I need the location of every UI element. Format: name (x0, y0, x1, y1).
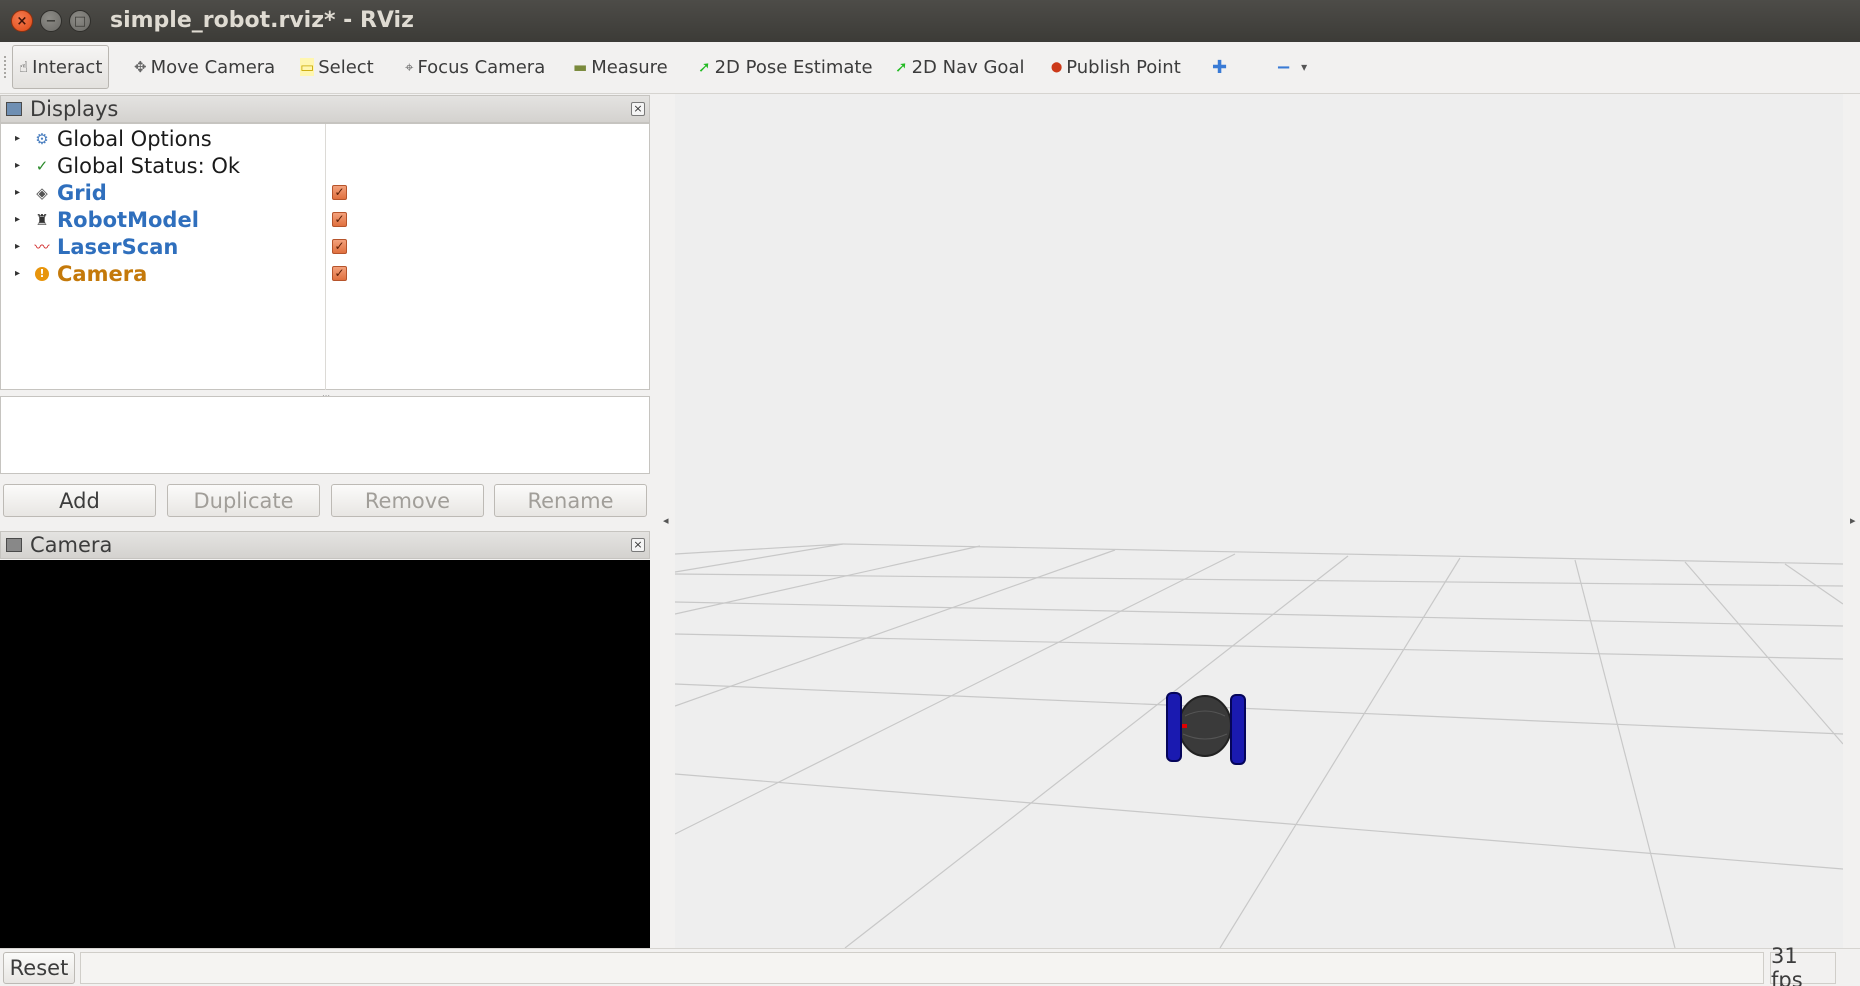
measure-icon: ▬ (573, 58, 588, 76)
tools-toolbar: ☝ Interact ✥ Move Camera ▭ Select ⌖ Focu… (0, 42, 1860, 94)
window-close-button[interactable]: × (11, 10, 33, 32)
window-minimize-button[interactable]: − (40, 10, 62, 32)
focus-camera-icon: ⌖ (405, 58, 414, 76)
fps-readout: 31 fps (1770, 944, 1836, 986)
display-enabled-checkbox[interactable]: ✓ (332, 239, 347, 254)
displays-panel-close-button[interactable]: × (631, 102, 645, 116)
gear-icon: ⚙ (35, 129, 49, 148)
tool-2d-pose-estimate[interactable]: ➚ 2D Pose Estimate (698, 50, 873, 84)
expand-arrow-icon[interactable]: ▸ (15, 214, 20, 225)
tool-label: Measure (591, 56, 668, 78)
duplicate-display-button[interactable]: Duplicate (167, 484, 320, 517)
collapse-right-arrow-icon[interactable]: ▸ (1850, 514, 1856, 527)
warning-icon: ! (35, 266, 49, 281)
add-display-button[interactable]: Add (3, 484, 156, 517)
display-item-global-status[interactable]: ▸ ✓ Global Status: Ok (1, 152, 651, 179)
grid-icon: ◈ (36, 183, 48, 202)
grid-lines (675, 543, 1843, 948)
tool-interact[interactable]: ☝ Interact (12, 45, 110, 89)
camera-panel-icon (6, 538, 22, 552)
hand-icon: ☝ (19, 58, 29, 76)
reset-button[interactable]: Reset (3, 952, 75, 984)
expand-arrow-icon[interactable]: ▸ (15, 241, 20, 252)
displays-tree: ▸ ⚙ Global Options ▸ ✓ Global Status: Ok… (0, 123, 650, 390)
status-message-field (80, 952, 1764, 984)
tool-2d-nav-goal[interactable]: ➚ 2D Nav Goal (895, 50, 1024, 84)
window-title: simple_robot.rviz* - RViz (110, 8, 414, 33)
display-item-label: RobotModel (57, 207, 199, 232)
move-camera-icon: ✥ (134, 58, 147, 76)
display-item-robotmodel[interactable]: ▸ ♜ RobotModel ✓ (1, 206, 651, 233)
robot-model[interactable] (1166, 692, 1246, 765)
camera-image-view[interactable] (0, 560, 650, 948)
tool-publish-point[interactable]: ⬤ Publish Point (1051, 50, 1181, 84)
display-item-camera[interactable]: ▸ ! Camera ✓ (1, 260, 651, 287)
camera-panel-title: Camera (30, 533, 113, 557)
monitor-icon (6, 102, 22, 116)
select-icon: ▭ (300, 58, 315, 76)
display-item-label: Camera (57, 261, 148, 286)
tool-label: Interact (32, 56, 103, 78)
display-item-laserscan[interactable]: ▸ 〰 LaserScan ✓ (1, 233, 651, 260)
expand-arrow-icon[interactable]: ▸ (15, 160, 20, 171)
displays-panel-header: Displays × (0, 95, 650, 123)
display-description-box (0, 396, 650, 474)
display-enabled-checkbox[interactable]: ✓ (332, 212, 347, 227)
display-enabled-checkbox[interactable]: ✓ (332, 185, 347, 200)
collapse-left-arrow-icon[interactable]: ◂ (663, 514, 669, 527)
check-icon: ✓ (35, 156, 49, 175)
display-item-global-options[interactable]: ▸ ⚙ Global Options (1, 125, 651, 152)
display-item-label: LaserScan (57, 234, 179, 259)
tool-focus-camera[interactable]: ⌖ Focus Camera (405, 50, 545, 84)
expand-arrow-icon[interactable]: ▸ (15, 133, 20, 144)
expand-arrow-icon[interactable]: ▸ (15, 187, 20, 198)
laser-scan-icon: 〰 (34, 238, 50, 256)
robot-icon: ♜ (35, 210, 49, 229)
window-maximize-button[interactable]: □ (69, 10, 91, 32)
add-tool-button[interactable]: ✚ (1212, 50, 1227, 84)
displays-panel-title: Displays (30, 97, 119, 121)
minus-icon: − (1276, 56, 1292, 78)
display-item-label: Global Options (57, 126, 212, 151)
tool-label: Publish Point (1066, 56, 1181, 78)
display-enabled-checkbox[interactable]: ✓ (332, 266, 347, 281)
render-3d-view[interactable] (675, 94, 1843, 948)
grid-render (675, 543, 1843, 948)
display-item-label: Global Status: Ok (57, 153, 241, 178)
tool-move-camera[interactable]: ✥ Move Camera (134, 50, 275, 84)
remove-display-button[interactable]: Remove (331, 484, 484, 517)
tool-label: 2D Pose Estimate (714, 56, 873, 78)
tool-label: Move Camera (150, 56, 276, 78)
plus-icon: ✚ (1212, 56, 1228, 78)
display-item-label: Grid (57, 180, 107, 205)
nav-arrow-icon: ➚ (895, 58, 908, 76)
status-bar: Reset 31 fps (0, 944, 1860, 986)
rename-display-button[interactable]: Rename (494, 484, 647, 517)
window-titlebar: × − □ simple_robot.rviz* - RViz (0, 0, 1860, 42)
pose-arrow-icon: ➚ (698, 58, 711, 76)
tool-label: 2D Nav Goal (911, 56, 1025, 78)
camera-panel-header: Camera × (0, 531, 650, 559)
map-pin-icon: ⬤ (1051, 61, 1063, 73)
tool-measure[interactable]: ▬ Measure (573, 50, 668, 84)
toolbar-grip[interactable] (4, 56, 7, 78)
display-item-grid[interactable]: ▸ ◈ Grid ✓ (1, 179, 651, 206)
tool-label: Focus Camera (417, 56, 546, 78)
tool-select[interactable]: ▭ Select (300, 50, 374, 84)
tool-label: Select (318, 56, 374, 78)
remove-tool-button[interactable]: − ▾ (1276, 50, 1307, 84)
expand-arrow-icon[interactable]: ▸ (15, 268, 20, 279)
chevron-down-icon: ▾ (1301, 60, 1308, 74)
camera-panel-close-button[interactable]: × (631, 538, 645, 552)
